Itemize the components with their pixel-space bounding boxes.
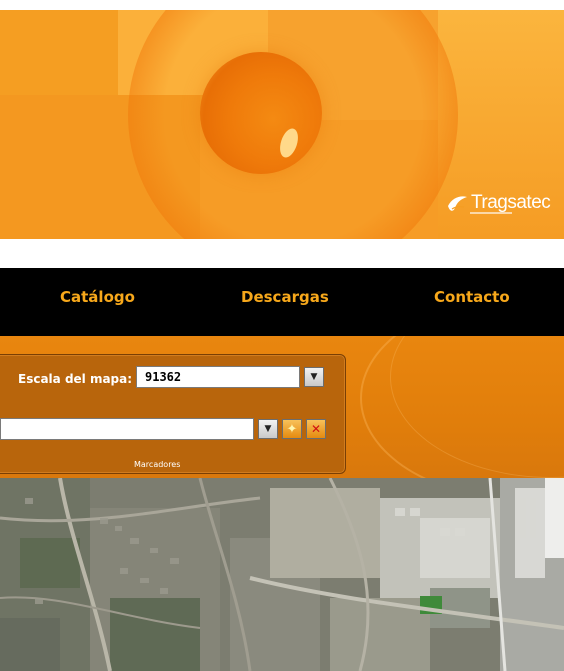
satellite-imagery bbox=[0, 478, 564, 671]
triangle-down-icon: ▼ bbox=[264, 424, 272, 434]
triangle-down-icon: ▼ bbox=[310, 372, 318, 382]
logo-mark-icon bbox=[448, 196, 467, 211]
add-bookmark-button[interactable]: ✦ bbox=[282, 419, 302, 439]
main-nav: Catálogo Descargas Contacto bbox=[0, 268, 564, 336]
scale-input[interactable]: 91362 bbox=[136, 366, 300, 388]
bookmarks-caption: Marcadores bbox=[134, 460, 181, 469]
logo-text: Tragsatec bbox=[471, 192, 551, 213]
nav-item-contacto[interactable]: Contacto bbox=[434, 288, 510, 306]
x-delete-icon: ✕ bbox=[310, 422, 322, 436]
map-toolbar-area: Escala del mapa: 91362 ▼ ▼ ✦ ✕ Marcadore… bbox=[0, 336, 564, 478]
scale-label: Escala del mapa: bbox=[18, 372, 133, 386]
delete-bookmark-button[interactable]: ✕ bbox=[306, 419, 326, 439]
satellite-map[interactable] bbox=[0, 478, 564, 671]
banner-tile bbox=[0, 10, 118, 95]
logo-underline bbox=[470, 212, 512, 214]
star-add-icon: ✦ bbox=[286, 421, 298, 437]
bookmark-select[interactable] bbox=[0, 418, 254, 440]
nav-item-catalogo[interactable]: Catálogo bbox=[60, 288, 135, 306]
banner-orb bbox=[200, 52, 322, 174]
scale-dropdown-button[interactable]: ▼ bbox=[304, 367, 324, 387]
nav-item-descargas[interactable]: Descargas bbox=[241, 288, 329, 306]
bookmark-dropdown-button[interactable]: ▼ bbox=[258, 419, 278, 439]
header-banner: Tragsatec bbox=[0, 10, 564, 239]
